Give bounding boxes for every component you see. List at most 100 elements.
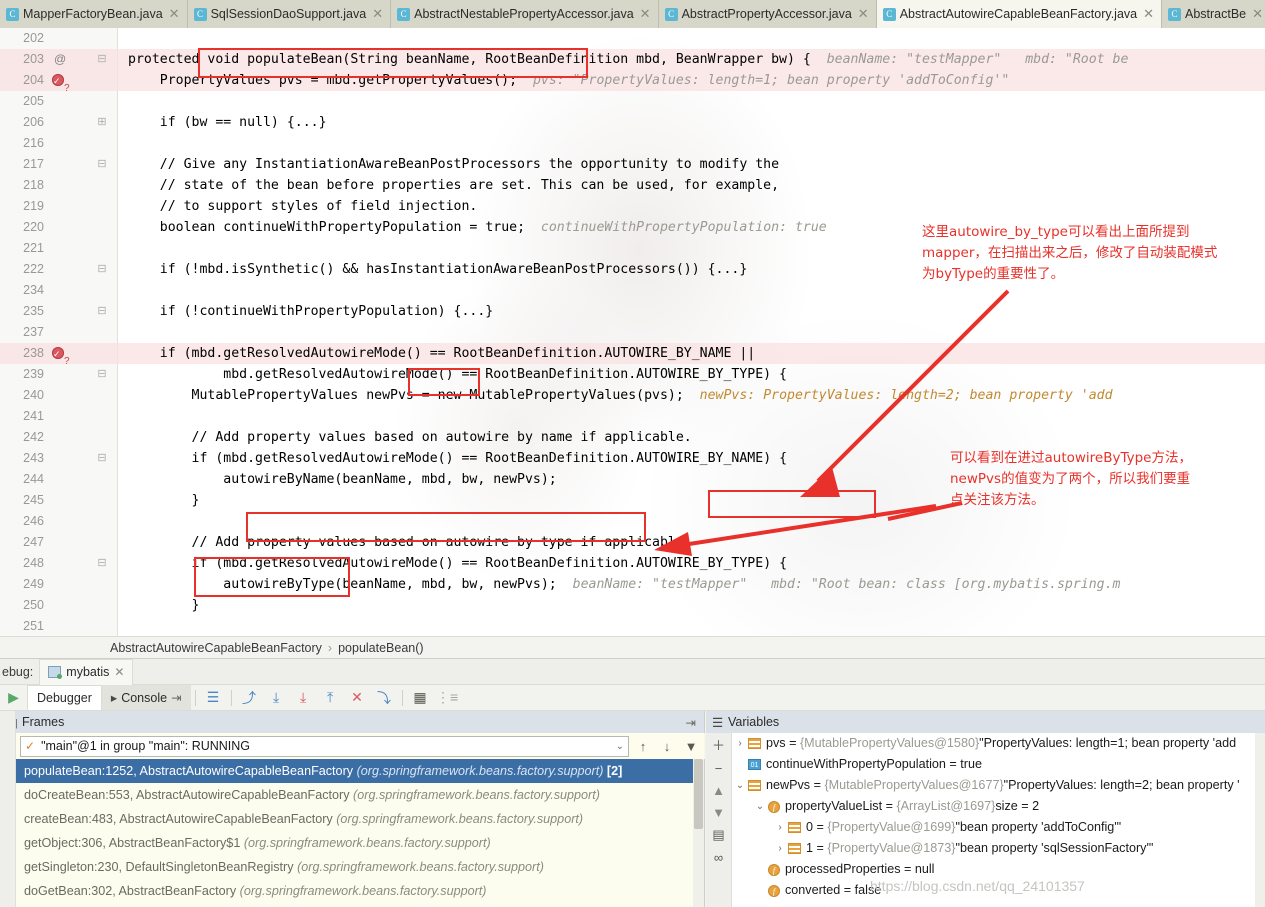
fold-toggle-icon[interactable]: ⊟: [95, 154, 109, 175]
code-editor[interactable]: 202 203 ⊟ @ protected void populateBean(Stri…: [0, 28, 1265, 636]
frame-row[interactable]: doCreateBean:553, AbstractAutowireCapabl…: [16, 783, 694, 807]
code-line[interactable]: 241: [0, 406, 1265, 427]
code-line[interactable]: 243 ⊟ if (mbd.getResolvedAutowireMode() =…: [0, 448, 1265, 469]
code-line[interactable]: 217 ⊟ // Give any InstantiationAwareBeanP…: [0, 154, 1265, 175]
code-line[interactable]: 216: [0, 133, 1265, 154]
add-watch-icon[interactable]: ＋: [712, 735, 725, 754]
chevron-right-icon[interactable]: ›: [772, 817, 788, 838]
filter-icon[interactable]: ▼: [681, 739, 701, 754]
fold-toggle-icon[interactable]: ⊟: [95, 448, 109, 469]
breadcrumb-method[interactable]: populateBean(): [338, 641, 423, 655]
thread-selector-row[interactable]: ✓ "main"@1 in group "main": RUNNING ⌄ ↑ …: [16, 733, 705, 759]
variable-row[interactable]: f processedProperties = null: [732, 859, 1265, 880]
drop-frame-icon[interactable]: ✕: [344, 685, 371, 710]
editor-tab-0[interactable]: C MapperFactoryBean.java ✕: [0, 0, 188, 28]
frame-up-icon[interactable]: ↑: [633, 739, 653, 754]
variables-left-rail[interactable]: ＋ − ▲ ▼ ▤ ∞: [706, 733, 732, 907]
debug-session-tab[interactable]: mybatis ✕: [39, 658, 134, 685]
variable-row[interactable]: ⌄ newPvs = {MutablePropertyValues@1677} "…: [732, 775, 1265, 796]
code-line[interactable]: 235 ⊟ if (!continueWithPropertyPopulation…: [0, 301, 1265, 322]
frames-scrollbar[interactable]: [693, 759, 704, 907]
variable-row[interactable]: › pvs = {MutablePropertyValues@1580} "Pro…: [732, 733, 1265, 754]
chevron-right-icon[interactable]: ›: [732, 733, 748, 754]
code-line[interactable]: 251: [0, 616, 1265, 636]
scrollbar-thumb[interactable]: [694, 759, 703, 829]
step-out-icon[interactable]: ⤒: [317, 685, 344, 710]
breakpoint-icon[interactable]: [52, 344, 64, 365]
code-line[interactable]: 203 ⊟ @ protected void populateBean(String …: [0, 49, 1265, 70]
variable-row[interactable]: f converted = false: [732, 880, 1265, 901]
evaluate-expression-icon[interactable]: ▦: [407, 685, 434, 710]
code-line[interactable]: 238? if (mbd.getResolvedAutowireMode() =…: [0, 343, 1265, 367]
variables-scrollbar[interactable]: [1255, 733, 1265, 907]
debugger-toolbar[interactable]: ▶ Debugger ▸ Console ⇥ ☰ ⤴ ⤓ ⤓ ⤒ ✕ ⤵ ▦ ⋮…: [0, 685, 1265, 711]
variable-row[interactable]: 01 continueWithPropertyPopulation = true: [732, 754, 1265, 775]
tab-console[interactable]: ▸ Console ⇥: [101, 685, 191, 710]
copy-icon[interactable]: ▤: [712, 827, 724, 843]
fold-toggle-icon[interactable]: ⊟: [95, 49, 109, 70]
chevron-down-icon[interactable]: ⌄: [732, 775, 748, 796]
variable-row[interactable]: ⌄ f propertyValueList = {ArrayList@1697} s…: [732, 796, 1265, 817]
code-line[interactable]: 204? PropertyValues pvs = mbd.getPropert…: [0, 70, 1265, 94]
close-icon[interactable]: ✕: [372, 6, 383, 22]
close-icon[interactable]: ✕: [169, 6, 180, 22]
variable-row[interactable]: › 1 = {PropertyValue@1873} "bean property…: [732, 838, 1265, 859]
watches-icon[interactable]: ⋮≡: [434, 685, 461, 710]
inspect-icon[interactable]: ∞: [714, 850, 723, 865]
code-line[interactable]: 222 ⊟ if (!mbd.isSynthetic() && hasInstan…: [0, 259, 1265, 280]
step-into-icon[interactable]: ⤓: [263, 685, 290, 710]
code-line[interactable]: 220 boolean continueWithPropertyPopulati…: [0, 217, 1265, 238]
code-line[interactable]: 205: [0, 91, 1265, 112]
code-line[interactable]: 249 autowireByType(beanName, mbd, bw, ne…: [0, 574, 1265, 595]
frame-row[interactable]: getObject:306, AbstractBeanFactory$1 (or…: [16, 831, 694, 855]
variables-list[interactable]: › pvs = {MutablePropertyValues@1580} "Pro…: [732, 733, 1265, 907]
editor-tab-4[interactable]: C AbstractAutowireCapableBeanFactory.java…: [876, 0, 1162, 28]
breakpoint-icon[interactable]: [52, 71, 64, 92]
layout-icon[interactable]: ☰: [200, 685, 227, 710]
close-icon[interactable]: ✕: [858, 6, 869, 22]
code-line[interactable]: 206 ⊞ if (bw == null) {...}: [0, 112, 1265, 133]
fold-toggle-icon[interactable]: ⊟: [95, 364, 109, 385]
code-line[interactable]: 234: [0, 280, 1265, 301]
step-over-icon[interactable]: ⤴: [236, 685, 263, 710]
frame-row[interactable]: populateBean:1252, AbstractAutowireCapab…: [16, 759, 694, 783]
resume-program-icon[interactable]: ▶: [0, 685, 27, 710]
fold-toggle-icon[interactable]: ⊞: [95, 112, 109, 133]
frames-list[interactable]: populateBean:1252, AbstractAutowireCapab…: [16, 759, 694, 907]
code-line[interactable]: 240 MutablePropertyValues newPvs = new M…: [0, 385, 1265, 406]
chevron-down-icon[interactable]: ⌄: [752, 796, 768, 817]
move-down-icon[interactable]: ▼: [712, 805, 725, 820]
code-line[interactable]: 245 }: [0, 490, 1265, 511]
code-line[interactable]: 237: [0, 322, 1265, 343]
force-step-into-icon[interactable]: ⤓: [290, 685, 317, 710]
breadcrumb-class[interactable]: AbstractAutowireCapableBeanFactory: [110, 641, 322, 655]
chevron-right-icon[interactable]: ›: [772, 838, 788, 859]
frame-row[interactable]: createBean:483, AbstractAutowireCapableB…: [16, 807, 694, 831]
code-line[interactable]: 239 ⊟ mbd.getResolvedAutowireMode() == Ro…: [0, 364, 1265, 385]
frame-down-icon[interactable]: ↓: [657, 739, 677, 754]
fold-toggle-icon[interactable]: ⊟: [95, 259, 109, 280]
frame-row[interactable]: doGetBean:302, AbstractBeanFactory (org.…: [16, 879, 694, 903]
editor-tab-3[interactable]: C AbstractPropertyAccessor.java ✕: [658, 0, 877, 28]
code-line[interactable]: 247 // Add property values based on auto…: [0, 532, 1265, 553]
close-icon[interactable]: ✕: [114, 665, 124, 679]
editor-tab-5[interactable]: C AbstractBe ✕: [1162, 0, 1265, 28]
chevron-down-icon[interactable]: ⌄: [616, 741, 624, 752]
code-line[interactable]: 218 // state of the bean before properti…: [0, 175, 1265, 196]
fold-toggle-icon[interactable]: ⊟: [95, 301, 109, 322]
remove-watch-icon[interactable]: −: [715, 761, 723, 776]
run-to-cursor-icon[interactable]: ⤵: [371, 685, 398, 710]
code-line[interactable]: 219 // to support styles of field inject…: [0, 196, 1265, 217]
code-line[interactable]: 242 // Add property values based on auto…: [0, 427, 1265, 448]
thread-dropdown[interactable]: ✓ "main"@1 in group "main": RUNNING ⌄: [20, 735, 629, 757]
code-line[interactable]: 248 ⊟ if (mbd.getResolvedAutowireMode() =…: [0, 553, 1265, 574]
frame-row[interactable]: getSingleton:230, DefaultSingletonBeanRe…: [16, 855, 694, 879]
variable-row[interactable]: › 0 = {PropertyValue@1699} "bean property…: [732, 817, 1265, 838]
editor-tab-2[interactable]: C AbstractNestablePropertyAccessor.java ✕: [391, 0, 659, 28]
console-pin-icon[interactable]: ⇥: [171, 690, 181, 705]
frame-row[interactable]: getBean:202, AbstractBeanFactory (org.sp…: [16, 903, 694, 907]
close-icon[interactable]: ✕: [1252, 6, 1263, 22]
editor-tab-1[interactable]: C SqlSessionDaoSupport.java ✕: [187, 0, 392, 28]
code-line[interactable]: 244 autowireByName(beanName, mbd, bw, ne…: [0, 469, 1265, 490]
frames-settings-icon[interactable]: ⇥: [686, 715, 696, 730]
